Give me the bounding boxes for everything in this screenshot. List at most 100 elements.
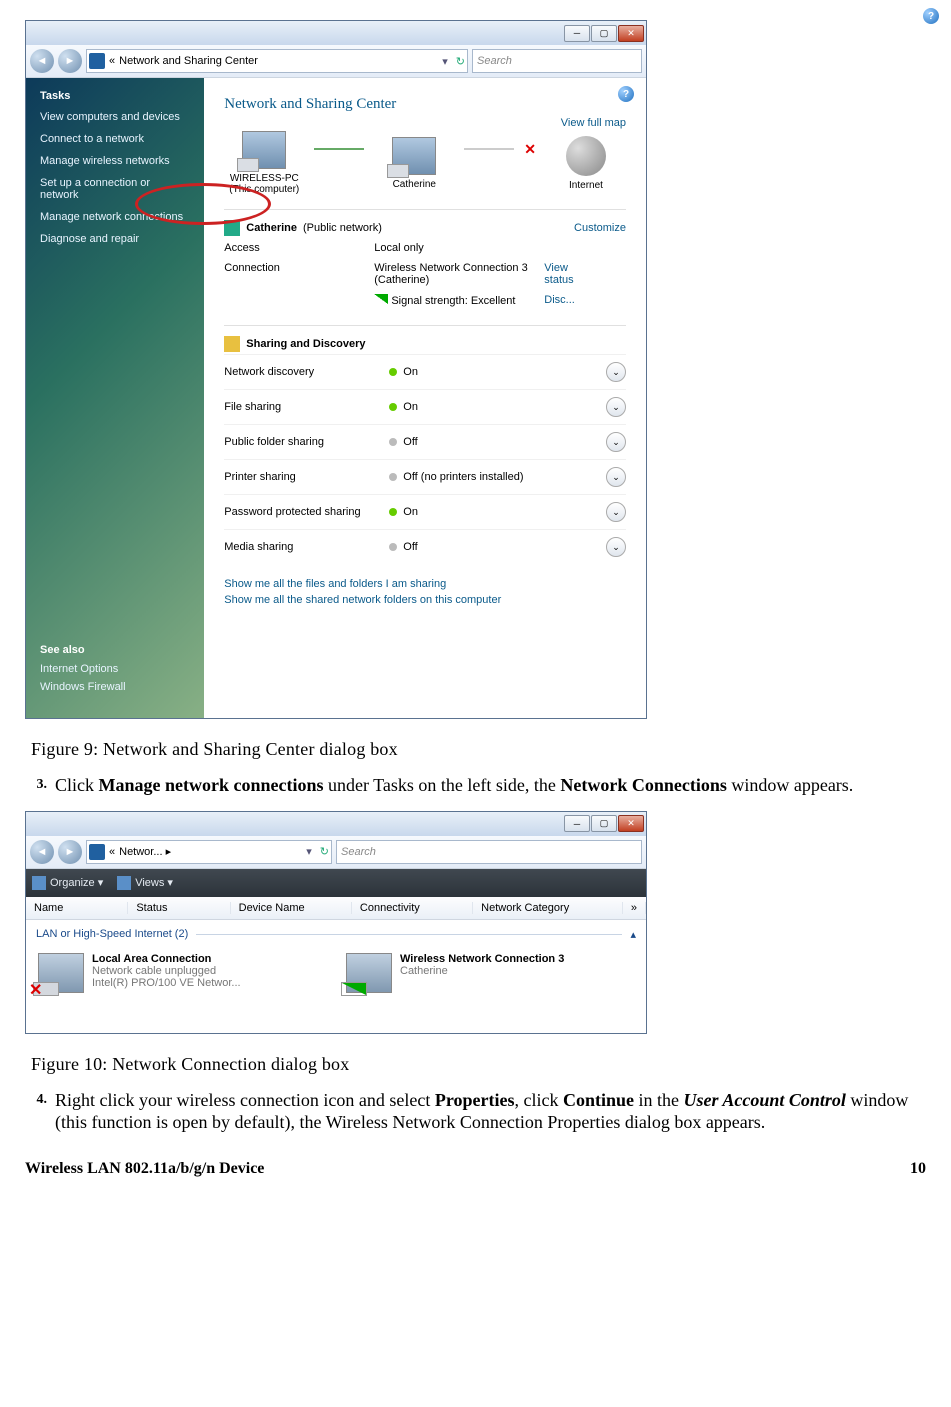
connection-item-wireless[interactable]: Wireless Network Connection 3 Catherine: [346, 953, 634, 993]
sharing-title: Sharing and Discovery: [246, 338, 365, 350]
task-connect-network[interactable]: Connect to a network: [26, 128, 204, 150]
views-button[interactable]: Views ▾: [117, 876, 173, 890]
search-input[interactable]: Search: [336, 840, 642, 864]
see-also-internet-options[interactable]: Internet Options: [40, 660, 190, 678]
share-row: Printer sharingOff (no printers installe…: [224, 459, 626, 494]
col-name[interactable]: Name: [26, 902, 128, 914]
view-status-link[interactable]: View status: [544, 262, 584, 286]
organize-button[interactable]: Organize ▾: [32, 876, 103, 890]
see-also-firewall[interactable]: Windows Firewall: [40, 678, 190, 696]
help-icon[interactable]: ?: [923, 8, 939, 24]
step-number: 3.: [25, 774, 47, 797]
group-header[interactable]: LAN or High-Speed Internet (2) ▴: [26, 920, 646, 949]
col-category[interactable]: Network Category: [473, 902, 623, 914]
window-network-sharing-center: ─ ▢ ✕ ◄ ► « Network and Sharing Center ▾…: [25, 20, 647, 719]
connection-line-2: [464, 148, 514, 150]
forward-button[interactable]: ►: [58, 840, 82, 864]
link-show-files[interactable]: Show me all the files and folders I am s…: [224, 576, 626, 592]
col-connectivity[interactable]: Connectivity: [352, 902, 473, 914]
forward-button[interactable]: ►: [58, 49, 82, 73]
task-view-computers[interactable]: View computers and devices: [26, 106, 204, 128]
see-also-header: See also: [40, 640, 190, 660]
globe-icon: [566, 136, 606, 176]
node-pc-sub: (This computer): [224, 184, 304, 195]
breadcrumb[interactable]: Networ... ▸: [119, 845, 171, 858]
views-icon: [117, 876, 131, 890]
dropdown-icon[interactable]: ▾: [302, 845, 316, 858]
maximize-button[interactable]: ▢: [591, 815, 617, 832]
step-3: 3. Click Manage network connections unde…: [25, 774, 926, 797]
titlebar: ─ ▢ ✕: [26, 812, 646, 836]
back-button[interactable]: ◄: [30, 49, 54, 73]
address-bar[interactable]: « Networ... ▸ ▾ ↻: [86, 840, 332, 864]
see-also-section: See also Internet Options Windows Firewa…: [26, 632, 204, 710]
page-title: Network and Sharing Center: [224, 96, 626, 113]
collapse-icon[interactable]: ▴: [630, 928, 636, 941]
nic-icon: ✕: [38, 953, 84, 993]
error-x-icon: ✕: [29, 980, 42, 1000]
router-icon: [392, 137, 436, 175]
expand-button[interactable]: ⌄: [606, 362, 626, 382]
search-placeholder: Search: [341, 846, 376, 858]
address-bar[interactable]: « Network and Sharing Center ▾ ↻: [86, 49, 468, 73]
node-this-pc[interactable]: WIRELESS-PC (This computer): [224, 131, 304, 195]
help-icon[interactable]: ?: [618, 86, 634, 102]
breadcrumb[interactable]: Network and Sharing Center: [119, 55, 258, 67]
conn-name: Local Area Connection: [92, 953, 241, 965]
search-input[interactable]: Search: [472, 49, 642, 73]
col-status[interactable]: Status: [128, 902, 230, 914]
tasks-header: Tasks: [26, 86, 204, 106]
footer-links: Show me all the files and folders I am s…: [224, 576, 626, 608]
node-router-label: Catherine: [374, 179, 454, 190]
page-number: 10: [910, 1160, 926, 1178]
link-show-folders[interactable]: Show me all the shared network folders o…: [224, 592, 626, 608]
disconnect-link[interactable]: Disc...: [544, 294, 584, 307]
dropdown-icon[interactable]: ▾: [438, 55, 452, 68]
window-network-connections: ─ ▢ ✕ ◄ ► « Networ... ▸ ▾ ↻ Search Organ…: [25, 811, 647, 1034]
expand-button[interactable]: ⌄: [606, 537, 626, 557]
expand-button[interactable]: ⌄: [606, 397, 626, 417]
command-bar: Organize ▾ Views ▾ ?: [26, 869, 646, 897]
minimize-button[interactable]: ─: [564, 815, 590, 832]
status-dot-on: [389, 368, 397, 376]
connection-line: [314, 148, 364, 150]
back-button[interactable]: ◄: [30, 840, 54, 864]
connection-label: Connection: [224, 262, 374, 286]
node-internet[interactable]: Internet: [546, 136, 626, 191]
sharing-icon: [224, 336, 240, 352]
task-manage-connections[interactable]: Manage network connections: [26, 206, 204, 228]
share-row: Password protected sharingOn⌄: [224, 494, 626, 529]
col-device[interactable]: Device Name: [231, 902, 352, 914]
node-pc-label: WIRELESS-PC: [224, 173, 304, 184]
share-row: Public folder sharingOff⌄: [224, 424, 626, 459]
status-dot-off: [389, 473, 397, 481]
maximize-button[interactable]: ▢: [591, 25, 617, 42]
more-columns[interactable]: »: [623, 902, 646, 914]
expand-button[interactable]: ⌄: [606, 432, 626, 452]
task-setup-connection[interactable]: Set up a connection or network: [26, 172, 204, 206]
signal-icon: [341, 982, 367, 996]
conn-status: Catherine: [400, 965, 564, 977]
access-label: Access: [224, 242, 374, 254]
refresh-icon[interactable]: ↻: [456, 55, 465, 68]
location-icon: [89, 844, 105, 860]
expand-button[interactable]: ⌄: [606, 502, 626, 522]
titlebar: ─ ▢ ✕: [26, 21, 646, 45]
connection-item-lan[interactable]: ✕ Local Area Connection Network cable un…: [38, 953, 326, 993]
refresh-icon[interactable]: ↻: [320, 845, 329, 858]
network-type-icon: [224, 220, 240, 236]
network-header: Catherine (Public network) Customize: [224, 218, 626, 238]
node-router[interactable]: Catherine: [374, 137, 454, 190]
close-button[interactable]: ✕: [618, 815, 644, 832]
signal-value: Excellent: [471, 295, 516, 307]
location-icon: [89, 53, 105, 69]
customize-link[interactable]: Customize: [574, 222, 626, 234]
view-full-map-link[interactable]: View full map: [561, 117, 626, 129]
close-button[interactable]: ✕: [618, 25, 644, 42]
disconnected-icon: ✕: [524, 141, 536, 158]
step-4: 4. Right click your wireless connection …: [25, 1089, 926, 1134]
task-manage-wireless[interactable]: Manage wireless networks: [26, 150, 204, 172]
expand-button[interactable]: ⌄: [606, 467, 626, 487]
minimize-button[interactable]: ─: [564, 25, 590, 42]
task-diagnose[interactable]: Diagnose and repair: [26, 228, 204, 250]
